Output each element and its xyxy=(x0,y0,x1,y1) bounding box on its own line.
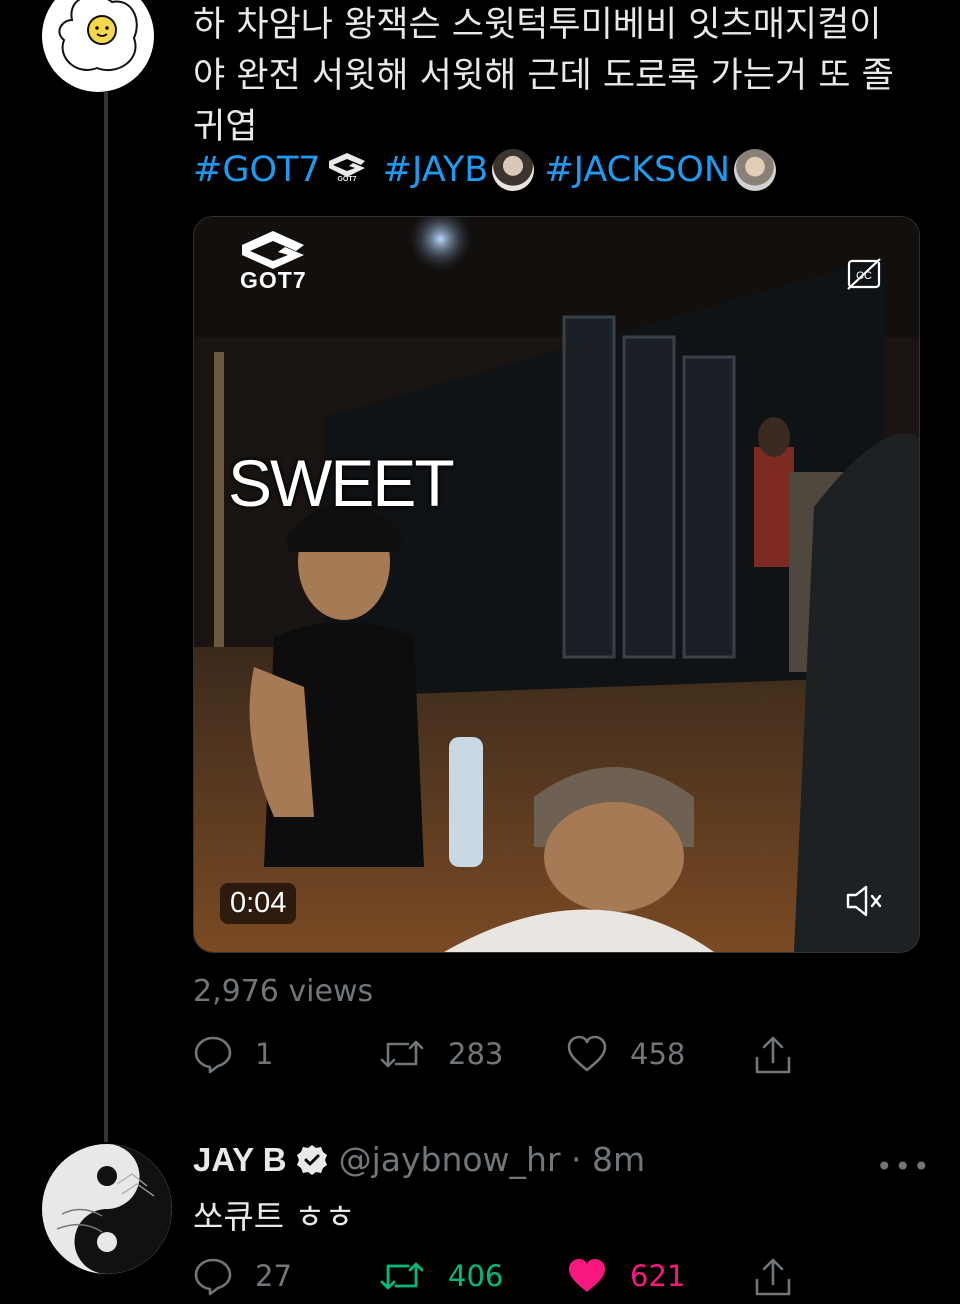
reply-share-button[interactable] xyxy=(752,1256,816,1298)
jackson-hashflag-icon xyxy=(734,149,777,191)
retweet-icon xyxy=(380,1040,424,1068)
reply-like-count: 621 xyxy=(630,1259,686,1293)
reply-author-handle[interactable]: @jaybnow_hr · 8m xyxy=(339,1140,646,1179)
got7-logo-text: GOT7 xyxy=(240,267,307,293)
reply-count: 1 xyxy=(255,1037,274,1071)
got7-hashflag-icon: GOT7 xyxy=(325,147,369,193)
hashtag-got7[interactable]: #GOT7 xyxy=(193,147,321,193)
like-count: 458 xyxy=(630,1037,686,1071)
video-caption-text: SWEET xyxy=(228,446,455,520)
reply-bubble-icon xyxy=(194,1036,232,1074)
share-icon xyxy=(755,1258,791,1296)
reply-retweet-button[interactable]: 406 xyxy=(378,1256,503,1296)
reply-header: JAY B @jaybnow_hr · 8m xyxy=(193,1140,645,1179)
tweet-line: 야 완전 서윗해 서윗해 근데 도로록 가는거 또 졸 xyxy=(193,56,894,96)
retweet-button[interactable]: 283 xyxy=(378,1034,503,1074)
heart-filled-icon xyxy=(569,1259,605,1292)
video-timestamp: 0:04 xyxy=(220,883,297,924)
reply-author-name[interactable]: JAY B xyxy=(193,1141,287,1179)
closed-captions-toggle[interactable]: CC xyxy=(846,257,882,291)
tweet-line: 귀엽 xyxy=(193,107,258,147)
more-options-button[interactable]: ••• xyxy=(876,1150,932,1183)
share-icon xyxy=(755,1036,791,1074)
share-button[interactable] xyxy=(752,1034,816,1076)
reply-like-button[interactable]: 621 xyxy=(566,1256,685,1296)
reply-button[interactable]: 1 xyxy=(193,1034,273,1074)
jayb-hashflag-icon xyxy=(492,149,535,191)
view-count: 2,976 views xyxy=(193,974,374,1009)
retweet-icon-active xyxy=(380,1262,424,1290)
speaker-muted-icon xyxy=(846,885,882,917)
user-avatar-egg[interactable] xyxy=(42,0,154,92)
hashtag-jackson[interactable]: #JACKSON xyxy=(544,147,730,193)
tweet-body-text: 하 차암나 왕잭슨 스윗턱투미베비 잇츠매지컬이 야 완전 서윗해 서윗해 근데… xyxy=(193,0,923,153)
verified-badge-icon xyxy=(296,1144,327,1175)
video-player[interactable]: GOT7 CC SWEET 0:04 xyxy=(193,216,920,953)
hashtag-row: #GOT7 GOT7 #JAYB #JACKSON xyxy=(193,147,786,193)
thread-connector-line xyxy=(104,92,108,1142)
retweet-count: 283 xyxy=(448,1037,504,1071)
svg-text:GOT7: GOT7 xyxy=(337,176,356,181)
mute-toggle[interactable] xyxy=(844,881,884,921)
reply-retweet-count: 406 xyxy=(448,1259,504,1293)
like-button[interactable]: 458 xyxy=(566,1034,685,1074)
tweet-line: 하 차암나 왕잭슨 스윗턱투미베비 잇츠매지컬이 xyxy=(193,5,882,45)
hashtag-jayb[interactable]: #JAYB xyxy=(383,147,489,193)
cc-icon: CC xyxy=(847,258,881,290)
reply-bubble-icon xyxy=(194,1258,232,1296)
reply-reply-button[interactable]: 27 xyxy=(193,1256,292,1296)
reply-body-text: 쏘큐트 ㅎㅎ xyxy=(193,1197,356,1236)
jayb-avatar[interactable] xyxy=(42,1144,172,1274)
video-frame xyxy=(194,217,919,952)
heart-icon xyxy=(567,1035,607,1072)
reply-reply-count: 27 xyxy=(255,1259,292,1293)
